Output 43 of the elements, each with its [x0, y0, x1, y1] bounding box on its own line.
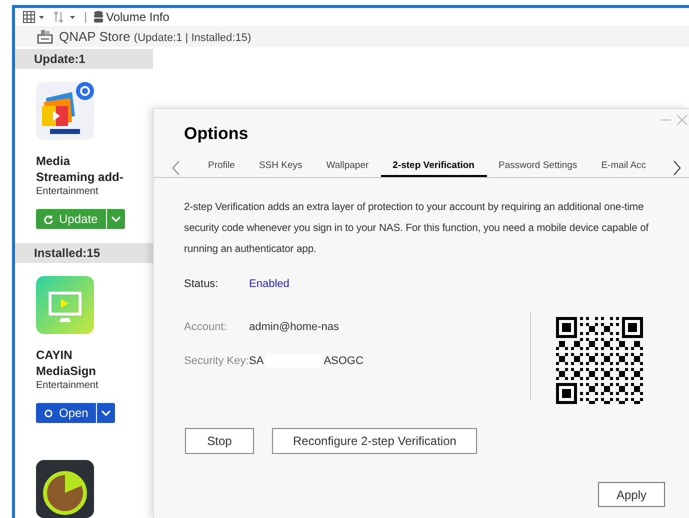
- security-key-value: ASOGC: [324, 354, 364, 368]
- account-value: admin@home-nas: [249, 320, 340, 335]
- dropdown-button[interactable]: [106, 209, 125, 229]
- sort-icon[interactable]: [53, 11, 77, 23]
- app-icon: [36, 460, 94, 518]
- app-category: Entertainment: [36, 185, 98, 198]
- tab[interactable]: SSH Keys: [246, 158, 314, 176]
- scroll-right-icon[interactable]: [673, 160, 681, 174]
- store-counts: (Update:1 | Installed:15): [134, 32, 252, 44]
- dropdown-button[interactable]: [97, 403, 116, 423]
- apply-button[interactable]: Apply: [598, 482, 665, 507]
- status-label: Status:: [184, 276, 220, 292]
- database-icon: [94, 11, 103, 23]
- grid-view-icon[interactable]: [23, 11, 45, 23]
- refresh-icon: [44, 214, 53, 224]
- open-button[interactable]: Open: [36, 403, 96, 423]
- description-text: 2-step Verification adds an extra layer of protection to your account by requiring an additional one-time security code whenever you sign in to your NAS. For this function, you need a mobile device capable of running an authenticator app.: [184, 200, 650, 256]
- volume-info-button[interactable]: Volume Info: [106, 8, 170, 26]
- reconfigure-button[interactable]: Reconfigure 2-step Verification: [272, 428, 478, 454]
- circle-icon: [44, 408, 53, 418]
- app-name: Media Streaming add-: [36, 153, 124, 185]
- tab[interactable]: 2-step Verification: [380, 158, 486, 176]
- tab[interactable]: E-mail Acc: [589, 158, 658, 176]
- app-icon: [36, 82, 94, 140]
- tab[interactable]: Wallpaper: [314, 158, 381, 176]
- store-icon: [37, 29, 53, 44]
- caret-icon: [110, 216, 121, 222]
- tab[interactable]: Password Settings: [486, 158, 590, 176]
- caret-icon: [101, 410, 112, 416]
- stop-button[interactable]: Stop: [185, 428, 254, 454]
- app-icon: [36, 276, 94, 334]
- store-title: QNAP Store: [59, 28, 130, 44]
- security-key-label: Security Key:: [184, 354, 249, 368]
- app-category: Entertainment: [36, 379, 98, 392]
- app-name: CAYIN MediaSign: [36, 347, 98, 379]
- section-header: Installed:15: [15, 243, 153, 263]
- scroll-left-icon[interactable]: [172, 160, 180, 174]
- account-label: Account:: [184, 320, 228, 335]
- tab[interactable]: Profile: [196, 158, 247, 176]
- dialog-title: Options: [184, 123, 250, 145]
- security-key-value: SA: [249, 354, 264, 368]
- section-header: Update:1: [15, 49, 153, 69]
- status-value: Enabled: [249, 276, 290, 292]
